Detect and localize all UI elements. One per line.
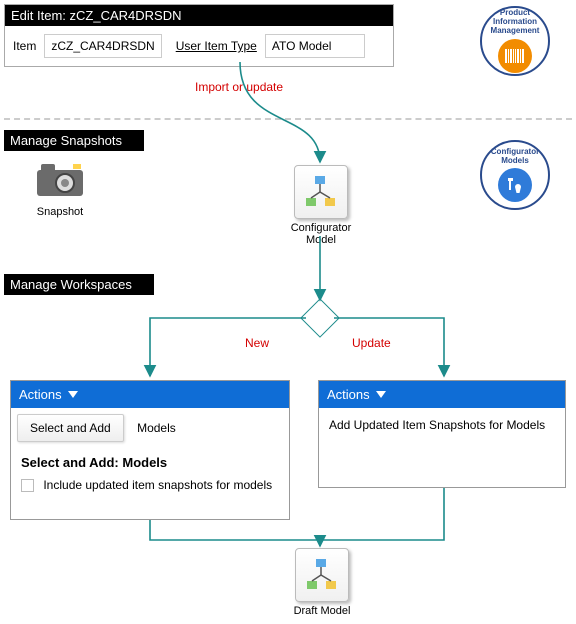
pim-circle: Product Information Management — [480, 6, 550, 76]
decision-diamond — [306, 304, 334, 332]
cm-line2: Models — [501, 157, 529, 166]
cm-circle: Configurator Models — [480, 140, 550, 210]
draft-model-tile — [295, 548, 349, 602]
dropdown-icon — [68, 391, 78, 398]
dropdown-icon-2 — [376, 391, 386, 398]
config-model-caption: Configurator Model — [285, 222, 357, 246]
import-update-label: Import or update — [195, 80, 283, 94]
models-tab[interactable]: Models — [127, 411, 186, 445]
config-model-box[interactable]: Configurator Model — [285, 165, 357, 246]
new-label: New — [245, 336, 269, 350]
model-icon — [303, 174, 339, 210]
update-panel: Actions Add Updated Item Snapshots for M… — [318, 380, 566, 488]
user-item-type-field[interactable]: ATO Model — [265, 34, 365, 58]
pim-line3: Management — [491, 27, 540, 36]
draft-model-box[interactable]: Draft Model — [286, 548, 358, 617]
update-panel-body: Add Updated Item Snapshots for Models — [319, 408, 565, 442]
item-label: Item — [13, 39, 36, 53]
draft-model-caption: Draft Model — [286, 605, 358, 617]
manage-snapshots-heading: Manage Snapshots — [4, 130, 144, 151]
user-item-type-label: User Item Type — [176, 39, 257, 53]
camera-icon — [33, 160, 87, 200]
tools-icon — [498, 168, 532, 202]
flow-arrows — [0, 0, 576, 624]
update-label: Update — [352, 336, 391, 350]
edit-item-fields: Item zCZ_CAR4DRSDN User Item Type ATO Mo… — [5, 26, 393, 66]
select-and-add-heading: Select and Add: Models — [11, 445, 289, 474]
checkbox-row[interactable]: Include updated item snapshots for model… — [11, 474, 289, 500]
edit-item-title: Edit Item: zCZ_CAR4DRSDN — [5, 5, 393, 26]
new-panel: Actions Select and Add Models Select and… — [10, 380, 290, 520]
select-and-add-tab[interactable]: Select and Add — [17, 414, 124, 442]
config-model-tile — [294, 165, 348, 219]
cm-badge: Configurator Models — [480, 140, 550, 210]
manage-workspaces-heading: Manage Workspaces — [4, 274, 154, 295]
separator — [4, 118, 572, 120]
actions-label: Actions — [19, 387, 62, 402]
snapshot-icon-box: Snapshot — [30, 160, 90, 218]
update-panel-header[interactable]: Actions — [319, 381, 565, 408]
edit-item-panel: Edit Item: zCZ_CAR4DRSDN Item zCZ_CAR4DR… — [4, 4, 394, 67]
snapshot-caption: Snapshot — [30, 206, 90, 218]
barcode-icon — [498, 39, 532, 73]
tabs-row: Select and Add Models — [11, 408, 289, 445]
checkbox-label: Include updated item snapshots for model… — [43, 478, 272, 492]
include-updated-checkbox[interactable] — [21, 479, 34, 492]
model-icon-2 — [304, 557, 340, 593]
actions-label-2: Actions — [327, 387, 370, 402]
pim-badge: Product Information Management — [480, 6, 550, 76]
new-panel-header[interactable]: Actions — [11, 381, 289, 408]
item-field[interactable]: zCZ_CAR4DRSDN — [44, 34, 161, 58]
